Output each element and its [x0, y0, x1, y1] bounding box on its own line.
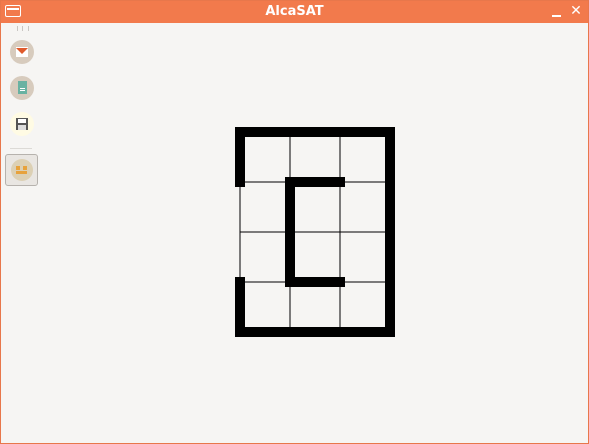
title-bar[interactable]: AlcaSAT ✕: [1, 1, 588, 23]
save-button[interactable]: [10, 112, 34, 136]
right-edge-line: [385, 127, 395, 337]
left-lower-edge-line: [235, 277, 245, 337]
document-button[interactable]: [10, 76, 34, 100]
solve-toggle-icon: [11, 159, 33, 181]
puzzle-grid: [239, 131, 390, 332]
top-edge-line: [235, 127, 395, 137]
open-icon: [16, 47, 28, 57]
save-icon: [16, 118, 28, 130]
bottom-edge-line: [235, 327, 395, 337]
window-title: AlcaSAT: [265, 4, 324, 19]
minimize-button[interactable]: [552, 15, 561, 17]
inner-bottom-segment: [285, 277, 345, 287]
app-window: AlcaSAT ✕: [0, 0, 589, 444]
toolbar-handle[interactable]: [17, 26, 29, 31]
inner-left-segment: [285, 177, 295, 287]
solve-toggle-button[interactable]: [5, 154, 38, 186]
open-button[interactable]: [10, 40, 34, 64]
document-icon: [18, 81, 27, 94]
puzzle-board[interactable]: [234, 126, 395, 337]
close-button[interactable]: ✕: [569, 3, 583, 19]
left-upper-edge-line: [235, 127, 245, 187]
toolbar-separator: [10, 148, 32, 149]
